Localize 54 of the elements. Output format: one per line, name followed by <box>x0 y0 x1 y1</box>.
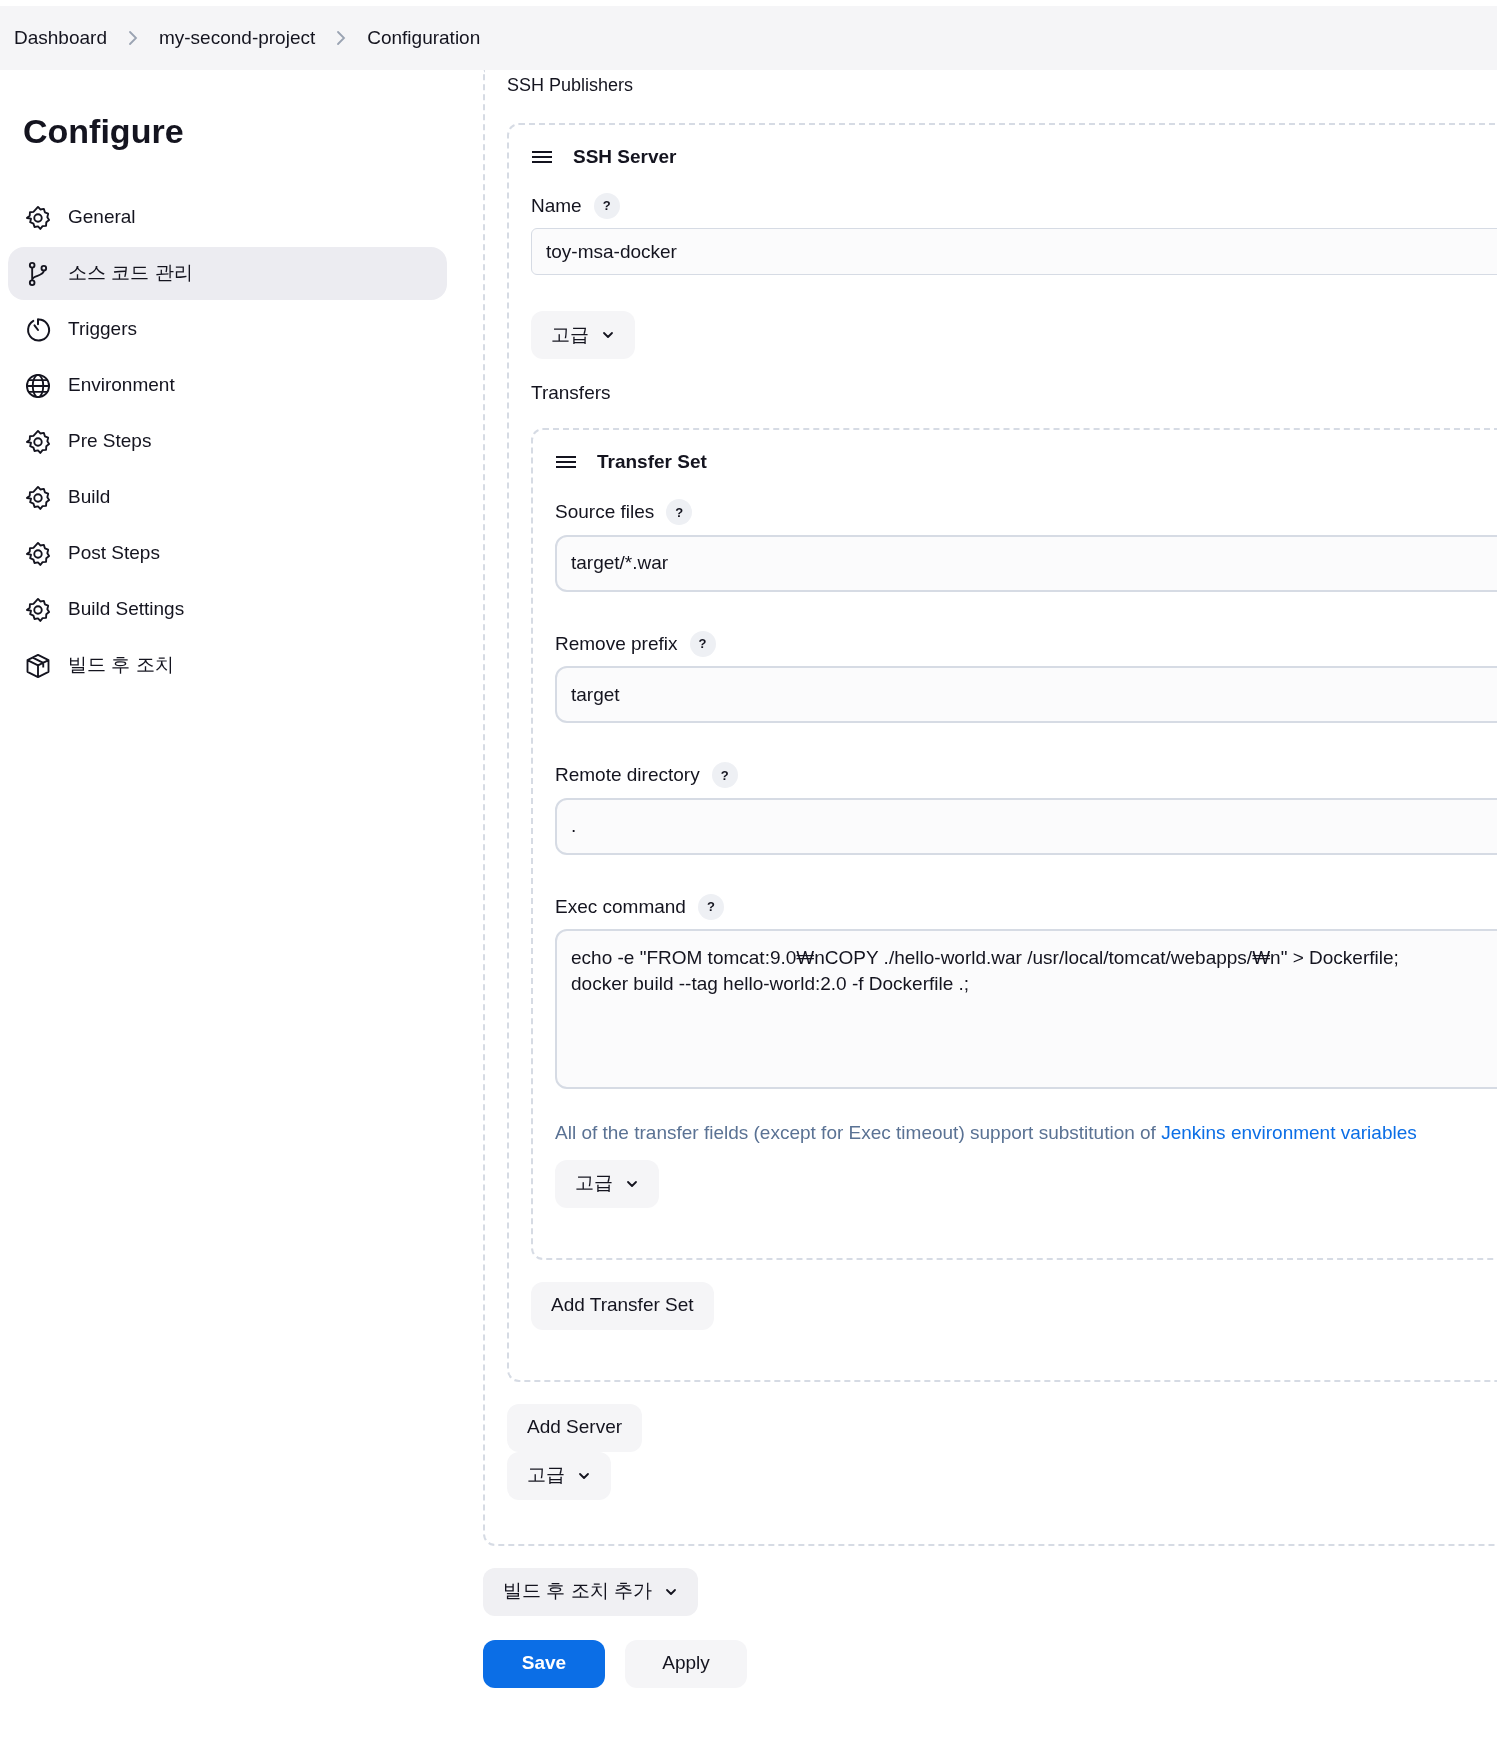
chevron-right-icon <box>126 29 139 47</box>
gear-icon <box>24 427 52 456</box>
command-textarea[interactable]: echo -e "FROM tomcat:9.0₩nCOPY ./hello-world.war /usr/local/tomcat/webapps/₩n" > Dockerfile; docker build --tag hello-world:2.0 -f Dockerfile .; <box>555 929 1497 1089</box>
breadcrumb-link[interactable]: my-second-project <box>158 23 316 53</box>
sidebar-item[interactable]: 소스 코드 관리 <box>8 247 447 300</box>
text-input[interactable]: . <box>555 797 1497 855</box>
help-button[interactable]: ? <box>593 192 620 219</box>
field-label: Remote directory <box>555 763 700 787</box>
help-text: All of the transfer fields (except for Exec timeout) support substitution of Jenkins environment variables <box>555 1121 1418 1145</box>
panel-title: Transfer Set <box>597 449 707 474</box>
breadcrumb-link[interactable]: Configuration <box>367 23 481 53</box>
sidebar-item[interactable]: Post Steps <box>8 527 447 580</box>
help-button[interactable]: ? <box>666 499 693 526</box>
advanced-dropdown-button[interactable]: 고급 <box>555 1159 659 1208</box>
chevron-right-icon <box>335 29 348 47</box>
clock-icon <box>24 315 52 344</box>
text-input[interactable]: target/*.war <box>555 534 1497 592</box>
add-transfer-set-button[interactable]: Add Transfer Set <box>531 1281 714 1330</box>
field-label: Source files <box>555 500 655 524</box>
globe-icon <box>24 371 52 400</box>
add-server-button[interactable]: Add Server <box>507 1403 643 1452</box>
sidebar-item[interactable]: General <box>8 191 447 244</box>
advanced-dropdown-button[interactable]: 고급 <box>531 311 635 359</box>
field-label: Name <box>531 193 582 218</box>
sidebar-item[interactable]: Environment <box>8 359 447 412</box>
section-label: SSH Publishers <box>507 74 635 97</box>
save-button[interactable]: Save <box>483 1639 605 1688</box>
gear-icon <box>24 483 52 512</box>
sidebar-item[interactable]: Triggers <box>8 303 447 356</box>
transfers-label: Transfers <box>531 381 612 405</box>
env-variables-link[interactable]: Jenkins environment variables <box>1161 1122 1417 1143</box>
apply-button[interactable]: Apply <box>625 1639 747 1688</box>
help-button[interactable]: ? <box>711 762 738 789</box>
drag-handle-icon[interactable] <box>531 150 553 165</box>
breadcrumb-link[interactable]: Dashboard <box>14 23 107 53</box>
add-post-build-action-button[interactable]: 빌드 후 조치 추가 <box>483 1567 698 1616</box>
panel-title: SSH Server <box>573 145 677 169</box>
sidebar-item[interactable]: Pre Steps <box>8 415 447 468</box>
gear-icon <box>24 595 52 624</box>
sidebar-item[interactable]: Build Settings <box>8 583 447 636</box>
gear-icon <box>24 539 52 568</box>
package-icon <box>24 651 52 680</box>
field-label: Remove prefix <box>555 631 678 656</box>
page-title: Configure <box>22 111 185 152</box>
help-button[interactable]: ? <box>689 630 716 657</box>
drag-handle-icon[interactable] <box>555 454 577 469</box>
name-input[interactable]: toy-msa-docker <box>531 228 1497 275</box>
text-input[interactable]: target <box>555 666 1497 723</box>
sidebar-item[interactable]: Build <box>8 471 447 524</box>
gear-icon <box>24 203 52 232</box>
help-button[interactable]: ? <box>697 893 724 920</box>
field-label: Exec command <box>555 894 686 919</box>
advanced-dropdown-button[interactable]: 고급 <box>507 1451 611 1500</box>
sidebar-item[interactable]: 빌드 후 조치 <box>8 639 447 692</box>
